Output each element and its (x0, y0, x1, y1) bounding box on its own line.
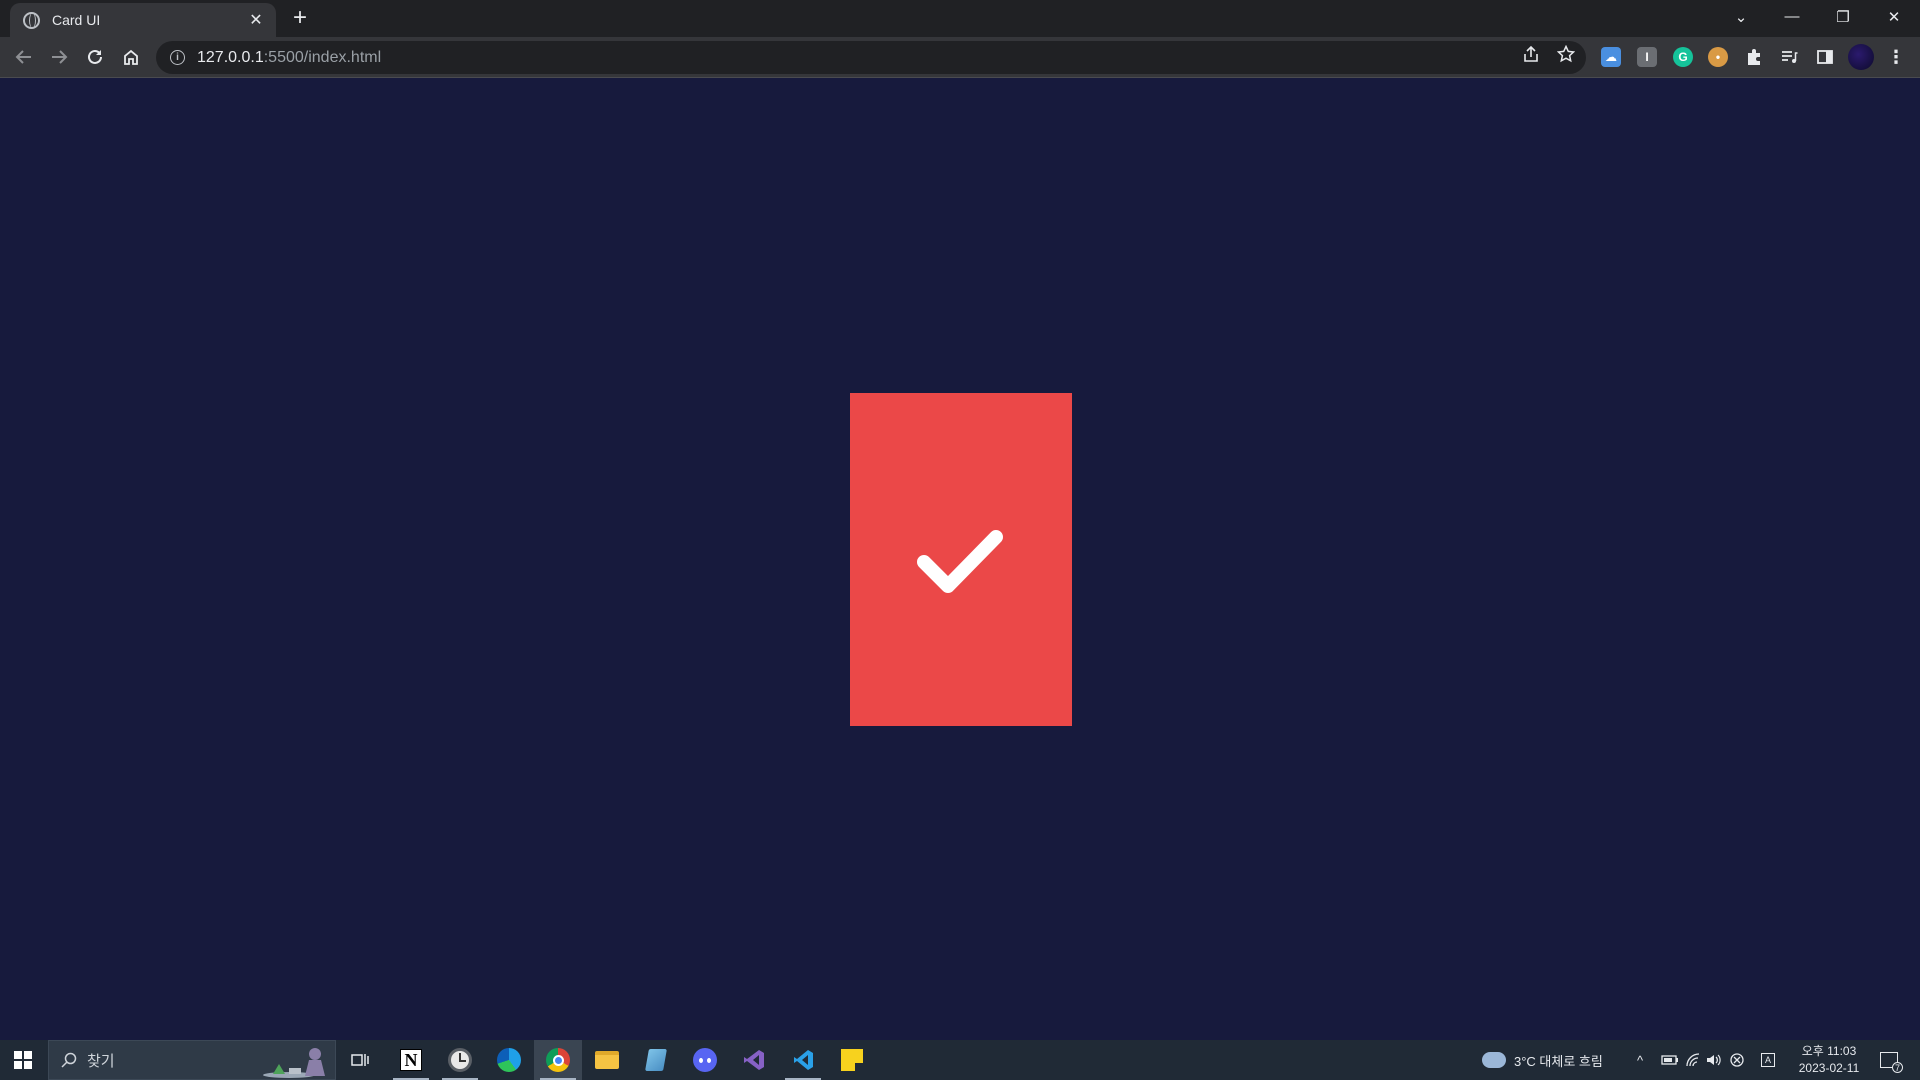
taskbar: 찾기 N 3°C 대체로 흐림 ^ A 오후 11:03 2023-02-11 … (0, 1040, 1920, 1080)
url-text: 127.0.0.1:5500/index.html (197, 48, 382, 66)
taskbar-notion[interactable]: N (387, 1040, 435, 1080)
media-control-icon[interactable] (1779, 47, 1799, 67)
cookie-extension-icon[interactable]: • (1708, 47, 1728, 67)
card[interactable] (850, 393, 1072, 726)
grammarly-extension-icon[interactable]: G (1673, 47, 1693, 67)
clock-date: 2023-02-11 (1798, 1061, 1860, 1075)
volume-icon[interactable] (1706, 1040, 1722, 1080)
visual-studio-icon (744, 1050, 764, 1070)
cloud-extension-icon[interactable]: ☁ (1601, 47, 1621, 67)
checkmark-icon (917, 529, 1003, 593)
cloudy-weather-icon (1482, 1052, 1506, 1068)
chrome-icon (546, 1048, 570, 1072)
taskbar-discord[interactable] (681, 1040, 729, 1080)
show-hidden-icons-button[interactable]: ^ (1637, 1040, 1643, 1080)
back-arrow-icon (15, 50, 31, 64)
weather-widget[interactable]: 3°C 대체로 흐림 (1482, 1040, 1603, 1080)
bookmark-star-icon[interactable] (1556, 44, 1576, 68)
reload-icon (88, 49, 102, 64)
disabled-status-icon[interactable] (1730, 1040, 1744, 1080)
home-icon (124, 49, 138, 65)
start-button[interactable] (0, 1040, 46, 1080)
clock-time: 오후 11:03 (1801, 1044, 1857, 1058)
wifi-icon[interactable] (1685, 1040, 1701, 1080)
home-button[interactable] (117, 43, 145, 71)
discord-icon (693, 1048, 717, 1072)
notepad-icon (645, 1049, 667, 1071)
windows-logo-icon (14, 1051, 32, 1069)
tab-strip: Card UI ✕ + ⌄ — ❐ ✕ (0, 0, 1920, 37)
search-placeholder: 찾기 (87, 1052, 115, 1070)
notion-icon: N (400, 1049, 422, 1071)
globe-icon (23, 11, 40, 29)
restore-button[interactable]: ❐ (1818, 0, 1868, 33)
extension-i-icon[interactable]: I (1637, 47, 1657, 67)
forward-button[interactable] (45, 43, 73, 71)
notification-center-button[interactable]: 7 (1880, 1040, 1903, 1080)
browser-toolbar: i 127.0.0.1:5500/index.html ☁ I G • ⋮ (0, 37, 1920, 78)
profile-avatar[interactable] (1848, 44, 1874, 70)
taskbar-visual-studio[interactable] (730, 1040, 778, 1080)
taskbar-sticky-notes[interactable] (828, 1040, 876, 1080)
sticky-notes-icon (841, 1049, 863, 1071)
taskbar-notepad[interactable] (632, 1040, 680, 1080)
address-bar[interactable]: i 127.0.0.1:5500/index.html (156, 41, 1586, 74)
search-icon (61, 1052, 77, 1068)
vscode-icon (794, 1050, 813, 1070)
back-button[interactable] (10, 43, 38, 71)
site-info-icon[interactable]: i (170, 50, 185, 65)
tab-search-button[interactable]: ⌄ (1716, 0, 1766, 33)
browser-tab[interactable]: Card UI ✕ (10, 3, 276, 37)
taskbar-chrome[interactable] (534, 1040, 582, 1080)
search-highlight-illustration-icon (263, 1048, 325, 1078)
reload-button[interactable] (81, 43, 109, 71)
task-view-button[interactable] (336, 1040, 384, 1080)
taskbar-clock-app[interactable] (436, 1040, 484, 1080)
close-window-button[interactable]: ✕ (1869, 0, 1919, 33)
extensions-puzzle-icon[interactable] (1744, 47, 1764, 67)
minimize-button[interactable]: — (1767, 0, 1817, 33)
battery-icon[interactable] (1661, 1040, 1679, 1080)
taskbar-vscode[interactable] (779, 1040, 827, 1080)
folder-icon (595, 1051, 619, 1069)
task-view-icon (351, 1054, 369, 1066)
taskbar-edge[interactable] (485, 1040, 533, 1080)
forward-arrow-icon (52, 50, 68, 64)
chevron-up-icon: ^ (1637, 1052, 1644, 1068)
taskbar-search-box[interactable]: 찾기 (48, 1040, 336, 1080)
side-panel-icon[interactable] (1815, 47, 1835, 67)
tab-close-button[interactable]: ✕ (246, 10, 266, 30)
notification-count: 7 (1892, 1062, 1903, 1073)
share-icon[interactable] (1522, 45, 1540, 68)
menu-kebab-icon[interactable]: ⋮ (1886, 47, 1906, 67)
edge-icon (497, 1048, 521, 1072)
clock-app-icon (448, 1048, 472, 1072)
notification-icon: 7 (1880, 1052, 1903, 1073)
taskbar-file-explorer[interactable] (583, 1040, 631, 1080)
tab-title: Card UI (52, 12, 101, 28)
new-tab-button[interactable]: + (287, 5, 313, 31)
weather-text: 3°C 대체로 흐림 (1514, 1053, 1603, 1069)
input-method-icon[interactable]: A (1761, 1040, 1775, 1080)
taskbar-clock[interactable]: 오후 11:03 2023-02-11 (1784, 1043, 1874, 1077)
